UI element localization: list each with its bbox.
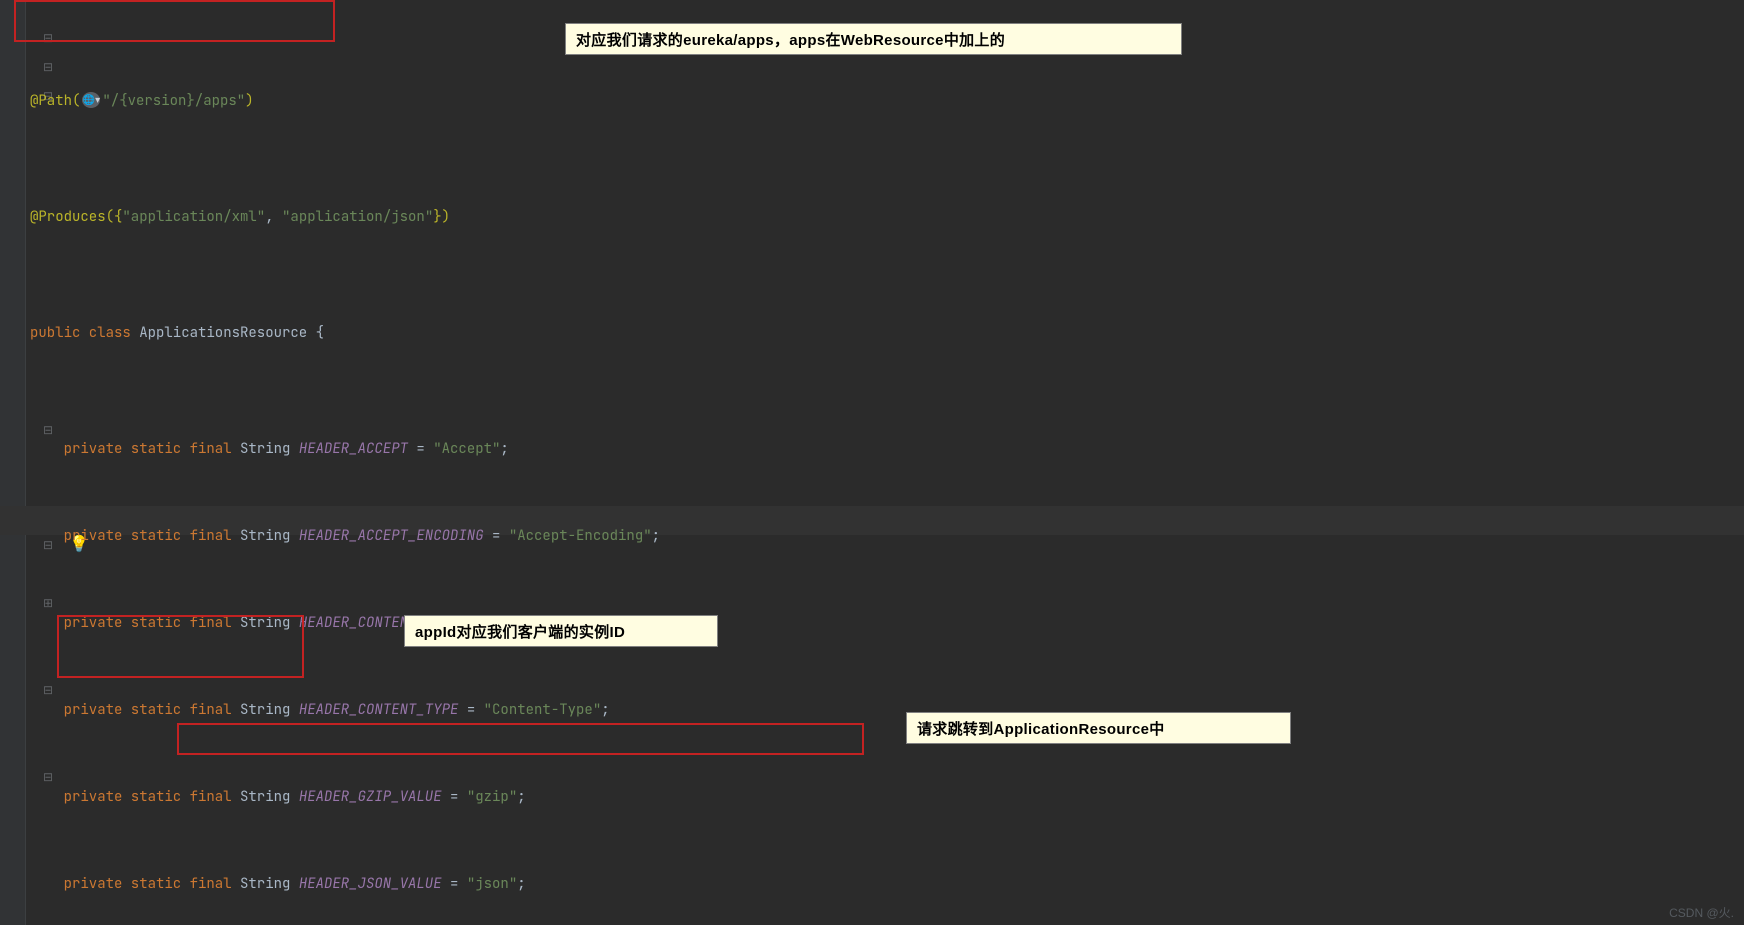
string-literal: "Accept-Encoding" [509,527,652,545]
string-literal: "application/xml" [122,208,265,226]
type: String [240,875,299,893]
paren: ) [245,92,253,110]
class-name: ApplicationsResource [139,324,315,342]
field-name: HEADER_GZIP_VALUE [299,788,442,806]
watermark: CSDN @火. [1669,904,1734,921]
keyword: public class [30,324,139,342]
highlight-box-return [177,723,864,755]
callout-text: 请求跳转到ApplicationResource中 [917,721,1165,738]
comma: , [265,208,282,226]
globe-icon[interactable]: 🌐▾ [82,92,100,108]
field-name: HEADER_ACCEPT [299,440,408,458]
op: = [458,701,483,719]
string-literal: "application/json" [282,208,433,226]
annotation-path: @Path( [30,92,80,110]
callout-top: 对应我们请求的eureka/apps，apps在WebResource中加上的 [565,23,1182,55]
string-literal: "json" [467,875,517,893]
paren: }) [433,208,450,226]
keyword: private static final [30,440,240,458]
semi: ; [652,527,660,545]
highlight-box-appid [57,615,304,678]
callout-bottom: 请求跳转到ApplicationResource中 [906,712,1291,744]
keyword: private static final [30,788,240,806]
callout-text: 对应我们请求的eureka/apps，apps在WebResource中加上的 [576,32,1005,49]
op: = [442,875,467,893]
semi: ; [500,440,508,458]
field-name: HEADER_JSON_VALUE [299,875,442,893]
field-name: HEADER_ACCEPT_ENCODING [299,527,484,545]
brace: { [316,324,324,342]
string-literal: "/{version}/apps" [102,92,245,110]
semi: ; [517,788,525,806]
semi: ; [601,701,609,719]
op: = [484,527,509,545]
highlight-box-path [14,0,335,42]
semi: ; [517,875,525,893]
type: String [240,701,299,719]
string-literal: "Content-Type" [484,701,602,719]
type: String [240,527,299,545]
type: String [240,440,299,458]
op: = [442,788,467,806]
callout-text: appId对应我们客户端的实例ID [415,624,625,641]
string-literal: "gzip" [467,788,517,806]
gutter [0,0,26,925]
string-literal: "Accept" [433,440,500,458]
type: String [240,788,299,806]
annotation-produces: @Produces({ [30,208,122,226]
op: = [408,440,433,458]
code-editor[interactable]: @Path(🌐▾"/{version}/apps") @Produces({"a… [30,0,1097,925]
callout-mid: appId对应我们客户端的实例ID [404,615,718,647]
field-name: HEADER_CONTENT_TYPE [299,701,459,719]
keyword: private static final [30,875,240,893]
keyword: private static final [30,701,240,719]
keyword: private static final [30,527,240,545]
